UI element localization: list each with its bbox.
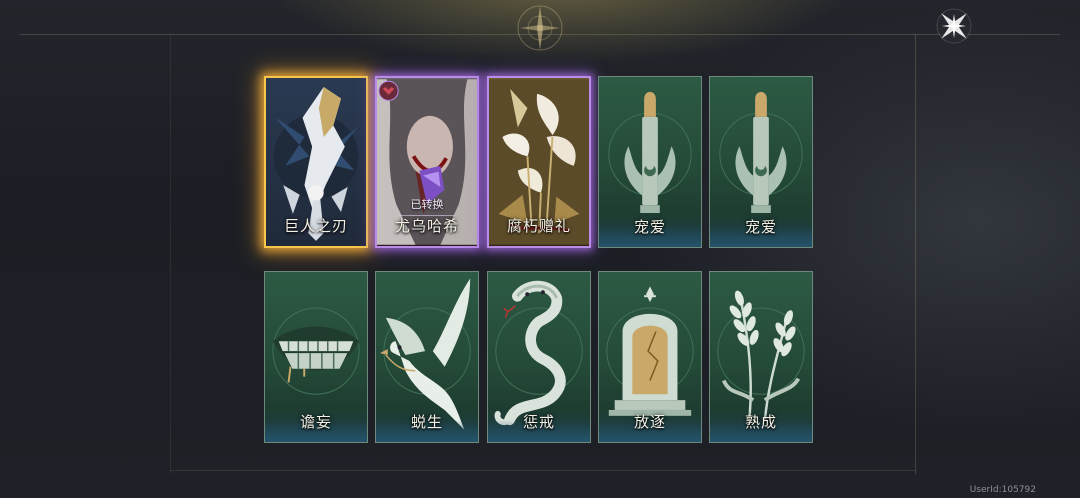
bottom-frame-line xyxy=(170,470,915,471)
card-exile[interactable]: 放逐 xyxy=(598,271,702,443)
card-status-converted: 已转换 xyxy=(410,198,444,211)
card-favor-1[interactable]: 宠爱 xyxy=(598,76,702,248)
card-label: 熟成 xyxy=(744,413,777,431)
top-ornament-icon xyxy=(517,5,563,51)
card-label: 宠爱 xyxy=(633,218,666,236)
card-punishment[interactable]: 惩戒 xyxy=(487,271,591,443)
card-molting[interactable]: 蜕生 xyxy=(375,271,479,443)
card-yuwuhaxi[interactable]: 已转换 尤乌哈希 xyxy=(375,76,479,248)
card-decay-gift[interactable]: 腐朽赠礼 xyxy=(487,76,591,248)
card-label: 蜕生 xyxy=(410,413,443,431)
card-label: 放逐 xyxy=(633,413,666,431)
card-favor-2[interactable]: 宠爱 xyxy=(709,76,813,248)
close-button[interactable] xyxy=(930,4,978,48)
card-label: 尤乌哈希 xyxy=(394,217,459,235)
card-label: 宠爱 xyxy=(744,218,777,236)
card-ripening[interactable]: 熟成 xyxy=(709,271,813,443)
card-label: 惩戒 xyxy=(522,413,555,431)
card-collection-screen: 巨人之刃 已转换 尤乌哈希 腐朽赠礼 宠爱 宠爱 谵妄 蜕生 惩戒 放逐 熟成 … xyxy=(0,0,1080,498)
card-label: 巨人之刃 xyxy=(283,217,348,235)
card-giant-blade[interactable]: 巨人之刃 xyxy=(264,76,368,248)
user-id-text: UserId:105792 xyxy=(969,485,1036,495)
card-delirium[interactable]: 谵妄 xyxy=(264,271,368,443)
right-frame-line xyxy=(915,34,916,474)
star-close-icon xyxy=(936,8,972,44)
left-frame-line xyxy=(170,34,171,474)
card-label: 谵妄 xyxy=(299,413,332,431)
card-label: 腐朽赠礼 xyxy=(506,217,571,235)
